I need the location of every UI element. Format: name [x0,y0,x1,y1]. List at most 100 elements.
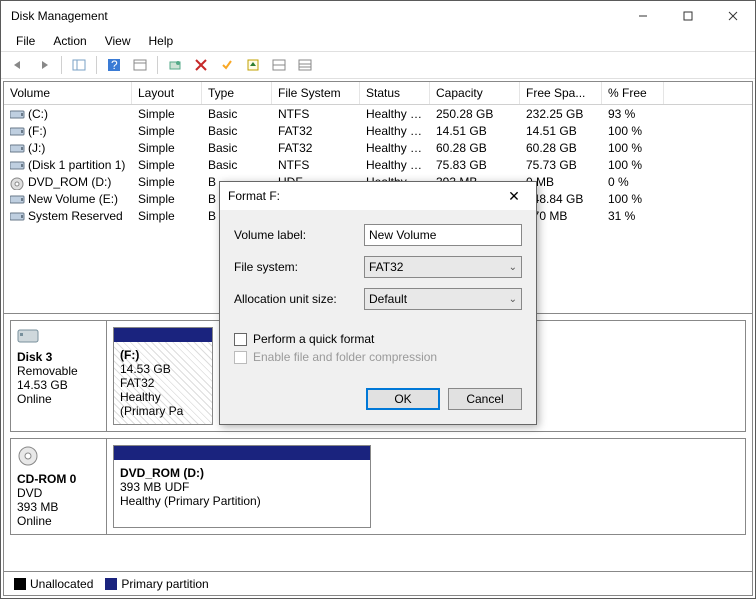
table-cell: 31 % [602,208,664,224]
show-hide-console-tree-button[interactable] [68,54,90,76]
label-volume-label: Volume label: [234,228,364,242]
volume-header: VolumeLayoutTypeFile SystemStatusCapacit… [4,82,752,105]
disk-info[interactable]: CD-ROM 0DVD393 MBOnline [11,439,107,534]
dialog-title: Format F: [228,189,500,203]
legend-primary: Primary partition [121,577,208,591]
table-cell: DVD_ROM (D:) [4,174,132,190]
table-cell: Simple [132,123,202,139]
table-cell: Healthy (P... [360,140,430,156]
checkbox-icon[interactable] [234,333,247,346]
dialog-titlebar[interactable]: Format F: ✕ [220,182,536,210]
table-row[interactable]: (F:)SimpleBasicFAT32Healthy (P...14.51 G… [4,122,752,139]
swatch-unallocated [14,578,26,590]
column-header[interactable]: % Free [602,82,664,104]
table-cell: 100 % [602,157,664,173]
table-cell: Simple [132,140,202,156]
table-cell: Basic [202,123,272,139]
refresh-button[interactable] [164,54,186,76]
table-cell: 93 % [602,106,664,122]
table-row[interactable]: (Disk 1 partition 1)SimpleBasicNTFSHealt… [4,156,752,173]
up-arrow-icon[interactable] [242,54,264,76]
quick-format-checkbox-row[interactable]: Perform a quick format [234,332,522,346]
column-header[interactable]: Status [360,82,430,104]
table-row[interactable]: (C:)SimpleBasicNTFSHealthy (B...250.28 G… [4,105,752,122]
disk-partitions: DVD_ROM (D:)393 MB UDFHealthy (Primary P… [107,439,745,534]
cancel-button[interactable]: Cancel [448,388,522,410]
delete-icon[interactable] [190,54,212,76]
volume-label-input[interactable] [364,224,522,246]
disk-info[interactable]: Disk 3Removable14.53 GBOnline [11,321,107,431]
table-cell: 250.28 GB [430,106,520,122]
table-cell: 14.51 GB [430,123,520,139]
close-button[interactable] [710,1,755,31]
list-view-icon[interactable] [268,54,290,76]
format-dialog: Format F: ✕ Volume label: File system: F… [219,181,537,425]
label-allocation-unit: Allocation unit size: [234,292,364,306]
column-header[interactable]: Type [202,82,272,104]
chevron-down-icon: ⌄ [509,262,517,273]
table-row[interactable]: (J:)SimpleBasicFAT32Healthy (P...60.28 G… [4,139,752,156]
column-header[interactable]: Layout [132,82,202,104]
disk-icon [17,327,39,345]
file-system-select[interactable]: FAT32⌄ [364,256,522,278]
table-cell: Simple [132,174,202,190]
forward-button[interactable] [33,54,55,76]
table-cell: Basic [202,106,272,122]
legend-unallocated: Unallocated [30,577,93,591]
table-cell: FAT32 [272,140,360,156]
window-title: Disk Management [11,9,620,23]
table-cell: (C:) [4,106,132,122]
swatch-primary [105,578,117,590]
check-icon[interactable] [216,54,238,76]
table-cell: Healthy (P... [360,123,430,139]
partition-bar [114,446,370,460]
allocation-unit-select[interactable]: Default⌄ [364,288,522,310]
table-cell: Simple [132,191,202,207]
menu-file[interactable]: File [7,32,44,50]
volume-icon [10,143,24,153]
maximize-button[interactable] [665,1,710,31]
volume-icon [10,160,24,170]
table-cell: 60.28 GB [430,140,520,156]
table-cell: NTFS [272,157,360,173]
volume-icon [10,126,24,136]
table-cell: 14.51 GB [520,123,602,139]
table-cell: Simple [132,208,202,224]
menu-help[interactable]: Help [140,32,183,50]
table-cell: 100 % [602,123,664,139]
compression-label: Enable file and folder compression [253,350,437,364]
properties-button[interactable] [129,54,151,76]
minimize-button[interactable] [620,1,665,31]
table-cell: FAT32 [272,123,360,139]
partition[interactable]: DVD_ROM (D:)393 MB UDFHealthy (Primary P… [113,445,371,528]
table-cell: System Reserved [4,208,132,224]
table-cell: Basic [202,140,272,156]
table-cell: NTFS [272,106,360,122]
detail-view-icon[interactable] [294,54,316,76]
column-header[interactable]: Capacity [430,82,520,104]
ok-button[interactable]: OK [366,388,440,410]
table-cell: Simple [132,106,202,122]
partition[interactable]: (F:)14.53 GB FAT32Healthy (Primary Pa [113,327,213,425]
checkbox-icon [234,351,247,364]
menu-action[interactable]: Action [44,32,95,50]
column-header[interactable]: Free Spa... [520,82,602,104]
back-button[interactable] [7,54,29,76]
label-file-system: File system: [234,260,364,274]
dialog-close-button[interactable]: ✕ [500,182,528,210]
compression-checkbox-row: Enable file and folder compression [234,350,522,364]
chevron-down-icon: ⌄ [509,294,517,305]
column-header[interactable]: File System [272,82,360,104]
volume-icon [10,194,24,204]
table-cell: 100 % [602,140,664,156]
help-button[interactable]: ? [103,54,125,76]
table-cell: 60.28 GB [520,140,602,156]
table-cell: Healthy (B... [360,106,430,122]
menubar: File Action View Help [1,31,755,51]
svg-text:?: ? [111,58,118,72]
menu-view[interactable]: View [96,32,140,50]
toolbar: ? [1,51,755,79]
column-header[interactable]: Volume [4,82,132,104]
table-cell: New Volume (E:) [4,191,132,207]
table-cell: 232.25 GB [520,106,602,122]
